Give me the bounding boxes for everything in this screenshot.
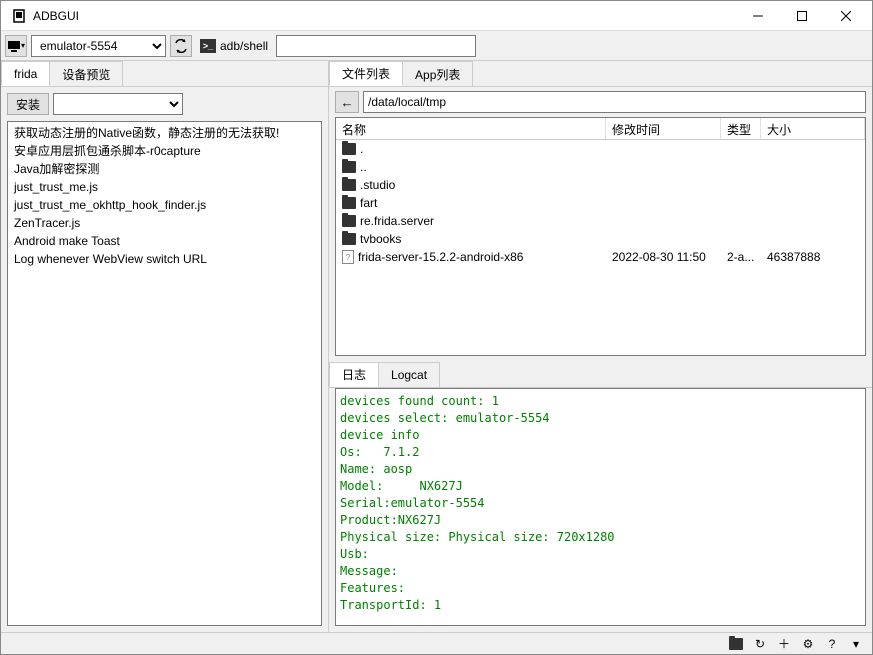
tab-frida[interactable]: frida xyxy=(1,61,50,86)
script-item[interactable]: just_trust_me_okhttp_hook_finder.js xyxy=(10,196,319,214)
script-item[interactable]: ZenTracer.js xyxy=(10,214,319,232)
folder-icon xyxy=(342,179,356,191)
device-select[interactable]: emulator-5554 xyxy=(31,35,166,57)
folder-icon xyxy=(342,143,356,155)
file-name: frida-server-15.2.2-android-x86 xyxy=(358,250,523,264)
left-panel: frida 设备预览 安装 获取动态注册的Native函数，静态注册的无法获取!… xyxy=(1,61,329,632)
tab-device-preview[interactable]: 设备预览 xyxy=(49,61,123,86)
file-row[interactable]: fart xyxy=(336,194,865,212)
plus-icon[interactable]: ＋ xyxy=(776,636,792,652)
folder-icon xyxy=(342,197,356,209)
folder-icon[interactable] xyxy=(728,636,744,652)
minimize-button[interactable] xyxy=(736,2,780,30)
script-list[interactable]: 获取动态注册的Native函数，静态注册的无法获取!安卓应用层抓包通杀脚本-r0… xyxy=(7,121,322,626)
tab-file-list[interactable]: 文件列表 xyxy=(329,61,403,86)
statusbar: ↻ ＋ ⚙ ? ▾ xyxy=(1,632,872,654)
left-tabs: frida 设备预览 xyxy=(1,61,328,87)
col-type[interactable]: 类型 xyxy=(721,118,761,139)
terminal-icon: >_ xyxy=(200,39,216,53)
right-tabs: 文件列表 App列表 xyxy=(329,61,872,87)
toolbar: ▾ emulator-5554 >_ adb/shell xyxy=(1,31,872,61)
log-tabs: 日志 Logcat xyxy=(329,362,872,388)
file-row[interactable]: . xyxy=(336,140,865,158)
shell-input[interactable] xyxy=(276,35,476,57)
tab-logcat[interactable]: Logcat xyxy=(378,362,440,387)
script-item[interactable]: just_trust_me.js xyxy=(10,178,319,196)
file-name: fart xyxy=(360,196,377,210)
refresh-button[interactable] xyxy=(170,35,192,57)
file-row[interactable]: ? frida-server-15.2.2-android-x86 2022-08-… xyxy=(336,248,865,266)
script-item[interactable]: Log whenever WebView switch URL xyxy=(10,250,319,268)
file-row[interactable]: .. xyxy=(336,158,865,176)
folder-icon xyxy=(342,233,356,245)
col-mtime[interactable]: 修改时间 xyxy=(606,118,721,139)
file-row[interactable]: tvbooks xyxy=(336,230,865,248)
file-name: . xyxy=(360,142,363,156)
file-list: 名称 修改时间 类型 大小 ... .studio fart re.frida.ser… xyxy=(335,117,866,356)
titlebar: ADBGUI xyxy=(1,1,872,31)
gear-icon[interactable]: ⚙ xyxy=(800,636,816,652)
help-icon[interactable]: ? xyxy=(824,636,840,652)
log-content[interactable]: devices found count: 1 devices select: e… xyxy=(335,388,866,626)
back-button[interactable]: ← xyxy=(335,91,359,113)
refresh-icon[interactable]: ↻ xyxy=(752,636,768,652)
file-name: tvbooks xyxy=(360,232,401,246)
tab-app-list[interactable]: App列表 xyxy=(402,61,473,86)
file-icon: ? xyxy=(342,250,354,264)
shell-label: >_ adb/shell xyxy=(196,39,272,53)
script-item[interactable]: 安卓应用层抓包通杀脚本-r0capture xyxy=(10,142,319,160)
file-row[interactable]: .studio xyxy=(336,176,865,194)
path-input[interactable] xyxy=(363,91,866,113)
file-type: 2-a... xyxy=(721,250,761,264)
install-button[interactable]: 安装 xyxy=(7,93,49,115)
col-size[interactable]: 大小 xyxy=(761,118,865,139)
frida-version-select[interactable] xyxy=(53,93,183,115)
file-name: .studio xyxy=(360,178,395,192)
right-panel: 文件列表 App列表 ← 名称 修改时间 类型 大小 ... .studio far… xyxy=(329,61,872,632)
folder-icon xyxy=(342,161,356,173)
app-icon xyxy=(11,8,27,24)
file-row[interactable]: re.frida.server xyxy=(336,212,865,230)
file-mtime: 2022-08-30 11:50 xyxy=(606,250,721,264)
device-icon[interactable]: ▾ xyxy=(5,35,27,57)
maximize-button[interactable] xyxy=(780,2,824,30)
chevron-down-icon[interactable]: ▾ xyxy=(848,636,864,652)
window-title: ADBGUI xyxy=(33,9,736,23)
file-size: 46387888 xyxy=(761,250,865,264)
folder-icon xyxy=(342,215,356,227)
close-button[interactable] xyxy=(824,2,868,30)
script-item[interactable]: Java加解密探测 xyxy=(10,160,319,178)
script-item[interactable]: Android make Toast xyxy=(10,232,319,250)
script-item[interactable]: 获取动态注册的Native函数，静态注册的无法获取! xyxy=(10,124,319,142)
file-name: re.frida.server xyxy=(360,214,434,228)
file-rows[interactable]: ... .studio fart re.frida.server tvbooks? fri… xyxy=(336,140,865,355)
tab-log[interactable]: 日志 xyxy=(329,362,379,387)
log-panel: 日志 Logcat devices found count: 1 devices… xyxy=(329,362,872,632)
col-name[interactable]: 名称 xyxy=(336,118,606,139)
file-header: 名称 修改时间 类型 大小 xyxy=(336,118,865,140)
file-name: .. xyxy=(360,160,367,174)
